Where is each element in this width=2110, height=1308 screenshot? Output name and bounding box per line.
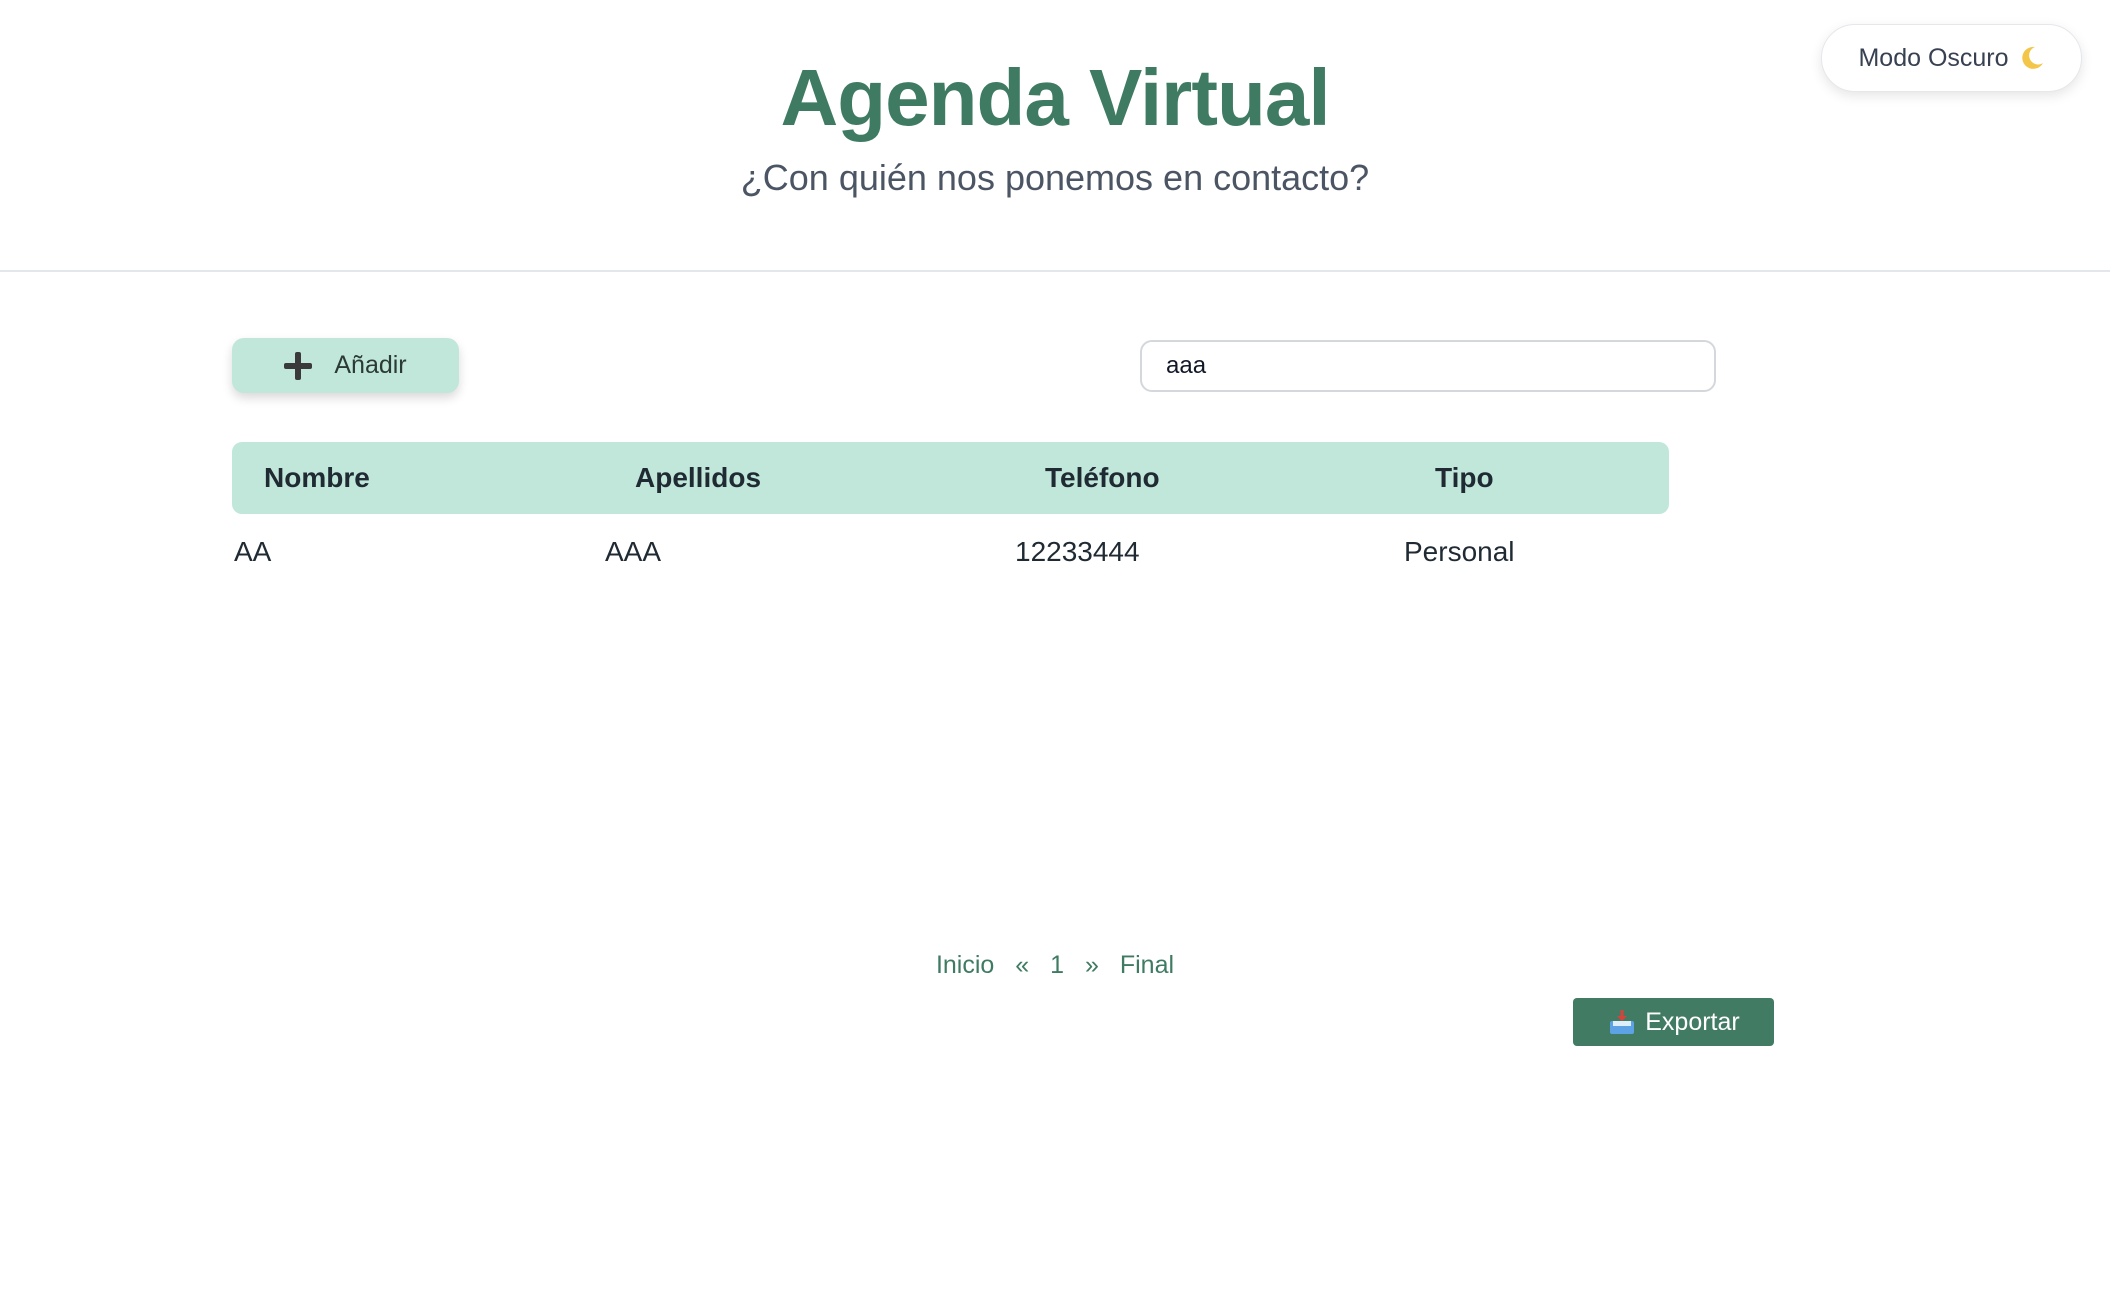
cell-telefono: 12233444 <box>1015 536 1140 567</box>
column-header-apellidos[interactable]: Apellidos <box>635 442 761 514</box>
add-button-label: Añadir <box>334 351 407 379</box>
dark-mode-label: Modo Oscuro <box>1858 43 2009 72</box>
search-input[interactable] <box>1140 340 1716 392</box>
page-header: Agenda Virtual ¿Con quién nos ponemos en… <box>0 0 2110 272</box>
export-button[interactable]: Exportar <box>1573 998 1774 1046</box>
export-button-label: Exportar <box>1645 1007 1740 1036</box>
column-header-nombre[interactable]: Nombre <box>264 442 370 514</box>
page: Agenda Virtual ¿Con quién nos ponemos en… <box>0 0 2110 1308</box>
column-header-tipo[interactable]: Tipo <box>1435 442 1494 514</box>
add-contact-button[interactable]: Añadir <box>232 338 459 393</box>
pagination-first-link[interactable]: Inicio <box>936 945 994 985</box>
dark-mode-toggle-button[interactable]: Modo Oscuro <box>1821 24 2082 92</box>
pagination: Inicio « 1 » Final <box>0 945 2110 985</box>
pagination-last-link[interactable]: Final <box>1120 945 1174 985</box>
pagination-next-link[interactable]: » <box>1085 945 1099 985</box>
moon-icon <box>2019 45 2045 71</box>
cell-nombre: AA <box>234 536 272 567</box>
pagination-page-1[interactable]: 1 <box>1050 945 1064 985</box>
inbox-tray-icon <box>1607 1007 1637 1037</box>
cell-apellidos: AAA <box>605 536 662 567</box>
app-title: Agenda Virtual <box>780 53 1330 142</box>
table-header: Nombre Apellidos Teléfono Tipo <box>232 442 1669 514</box>
table-row[interactable]: AA AAA 12233444 Personal <box>0 530 2110 574</box>
app-subtitle: ¿Con quién nos ponemos en contacto? <box>740 157 1370 198</box>
plus-icon <box>284 351 313 380</box>
column-header-telefono[interactable]: Teléfono <box>1045 442 1160 514</box>
pagination-prev-link[interactable]: « <box>1015 945 1029 985</box>
cell-tipo: Personal <box>1404 536 1515 567</box>
